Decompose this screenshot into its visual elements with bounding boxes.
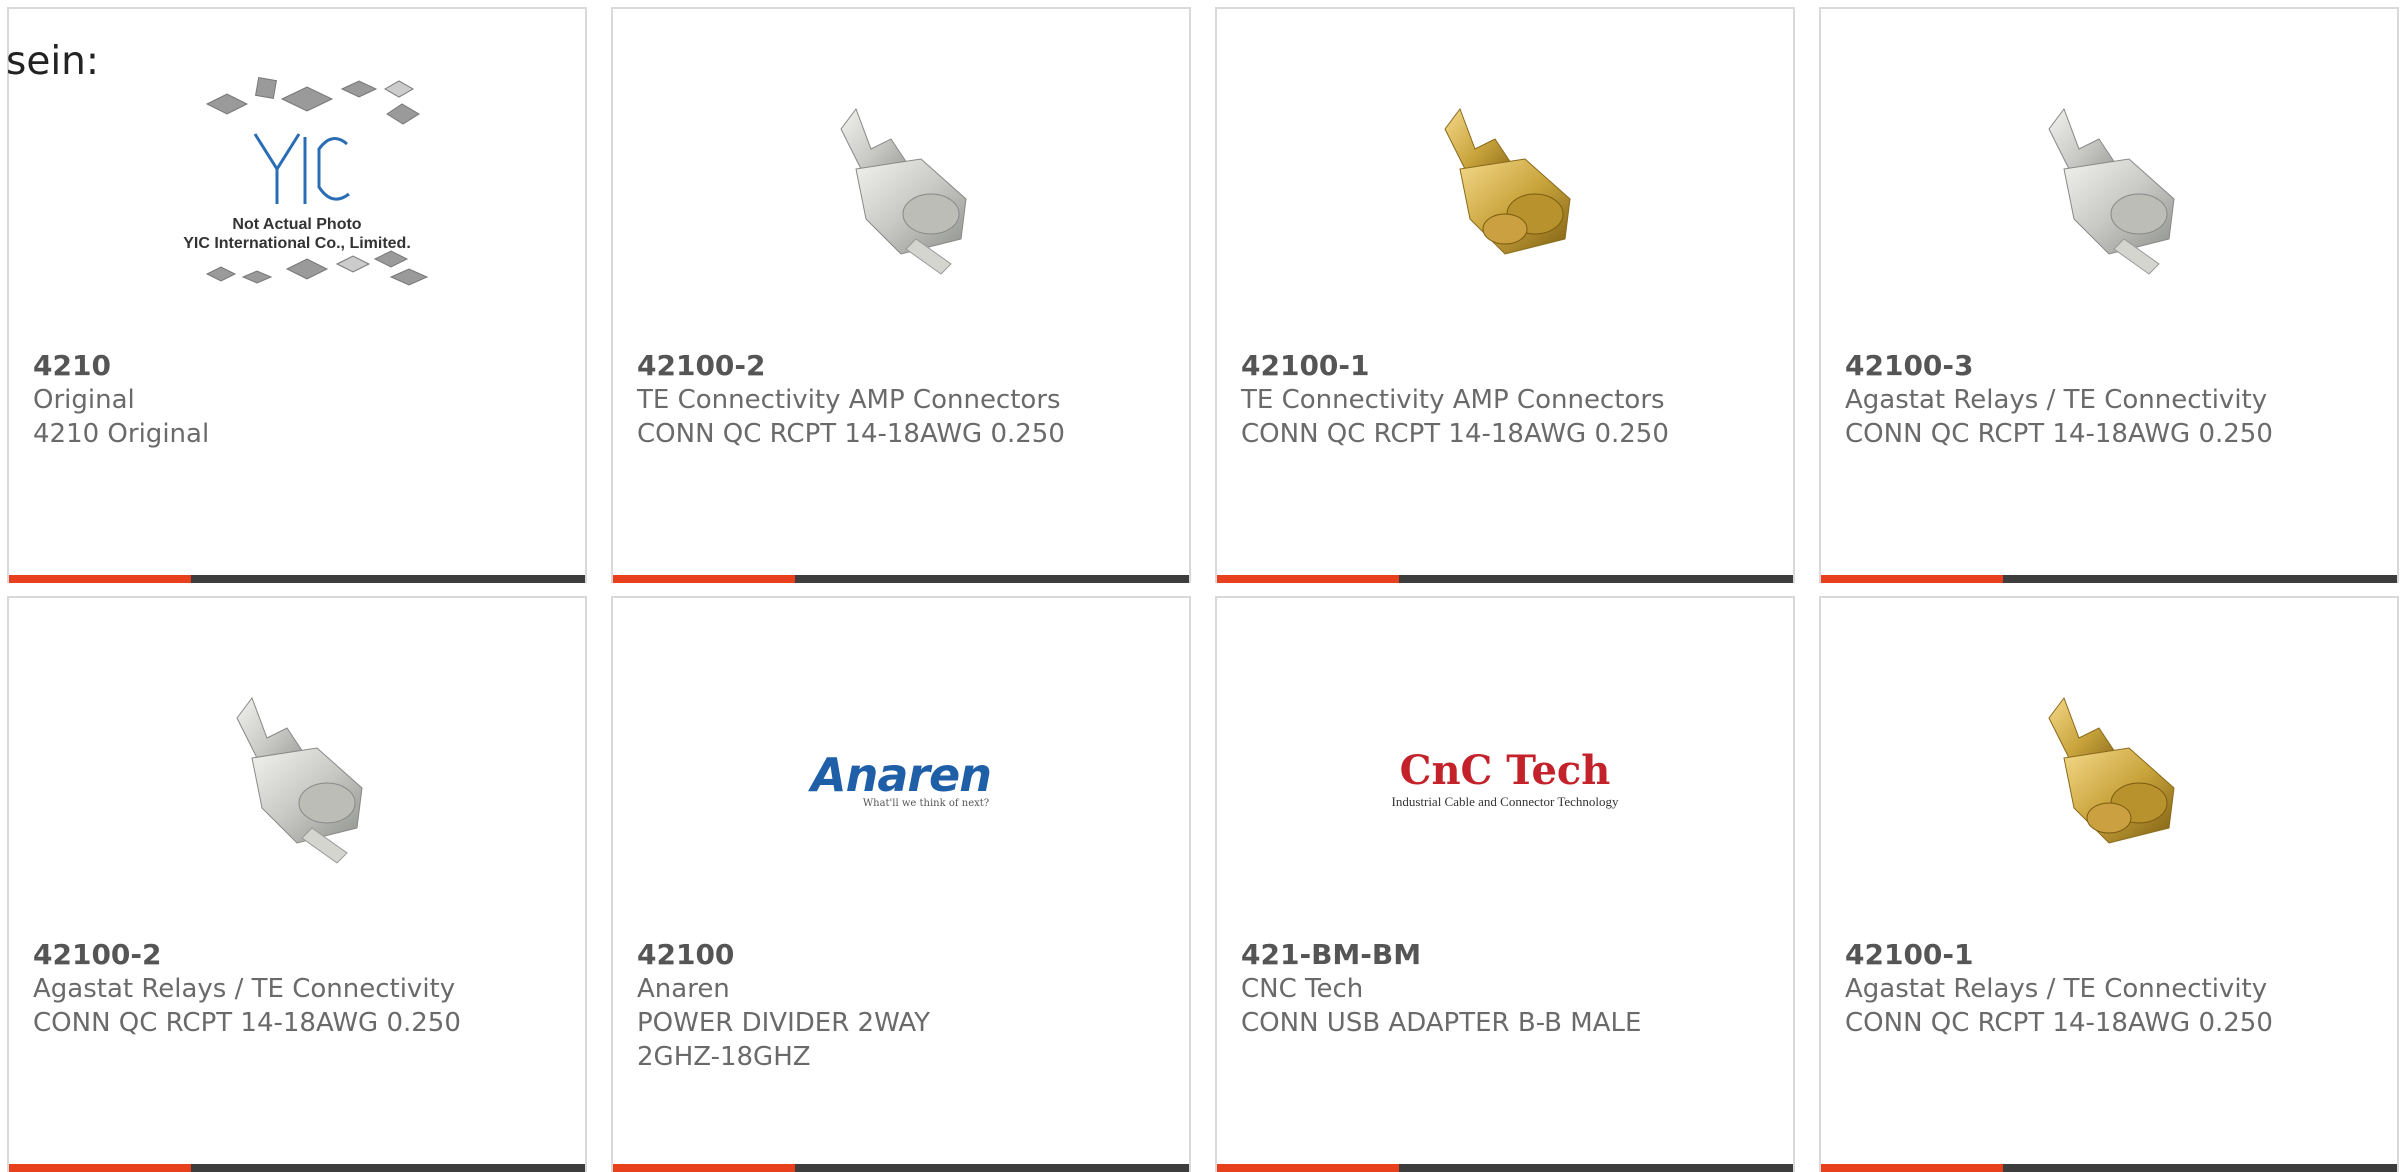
card-accent-bar xyxy=(1217,1164,1399,1172)
product-info: 42100-1 TE Connectivity AMP Connectors C… xyxy=(1241,349,1761,451)
card-accent-bar xyxy=(1217,575,1399,583)
part-number[interactable]: 4210 xyxy=(33,349,553,383)
card-bottom-bar xyxy=(1217,1164,1793,1172)
card-accent-bar xyxy=(9,1164,191,1172)
page-heading: sein: xyxy=(6,39,100,84)
silver-terminal-image xyxy=(2048,107,2175,275)
product-image[interactable]: CnC Tech Industrial Cable and Connector … xyxy=(1217,628,1793,928)
anaren-logo-name: Anaren xyxy=(810,747,992,802)
product-info: 4210 Original 4210 Original xyxy=(33,349,553,451)
product-card[interactable]: Not Actual Photo YIC International Co., … xyxy=(7,7,587,583)
product-card[interactable]: 42100-2 TE Connectivity AMP Connectors C… xyxy=(611,7,1191,583)
part-number[interactable]: 421-BM-BM xyxy=(1241,938,1761,972)
description: CONN QC RCPT 14-18AWG 0.250 xyxy=(1241,419,1669,449)
manufacturer: Agastat Relays / TE Connectivity xyxy=(1845,385,2268,415)
part-number[interactable]: 42100-1 xyxy=(1241,349,1761,383)
card-accent-bar xyxy=(1821,575,2003,583)
card-bottom-bar xyxy=(1217,575,1793,583)
description: CONN QC RCPT 14-18AWG 0.250 xyxy=(1845,1008,2273,1038)
product-image[interactable] xyxy=(1821,39,2397,339)
product-card[interactable]: 42100-2 Agastat Relays / TE Connectivity… xyxy=(7,596,587,1172)
product-image[interactable] xyxy=(1217,39,1793,339)
manufacturer: Agastat Relays / TE Connectivity xyxy=(33,974,456,1004)
yic-company-text: YIC International Co., Limited. xyxy=(183,235,411,252)
card-bottom-bar xyxy=(1821,575,2397,583)
card-accent-bar xyxy=(613,1164,795,1172)
product-card[interactable]: 42100-3 Agastat Relays / TE Connectivity… xyxy=(1819,7,2399,583)
description: 4210 Original xyxy=(33,419,210,449)
anaren-logo: Anaren What'll we think of next? xyxy=(810,747,992,809)
product-info: 42100 Anaren POWER DIVIDER 2WAY 2GHZ-18G… xyxy=(637,938,1157,1074)
product-image[interactable] xyxy=(9,628,585,928)
product-card[interactable]: CnC Tech Industrial Cable and Connector … xyxy=(1215,596,1795,1172)
description: CONN QC RCPT 14-18AWG 0.250 xyxy=(1845,419,2273,449)
product-grid: Not Actual Photo YIC International Co., … xyxy=(7,7,2399,1172)
cnc-tech-logo: CnC Tech Industrial Cable and Connector … xyxy=(1391,747,1618,810)
card-bottom-bar xyxy=(9,575,585,583)
not-actual-photo-text: Not Actual Photo xyxy=(232,216,361,233)
product-info: 42100-1 Agastat Relays / TE Connectivity… xyxy=(1845,938,2365,1040)
card-accent-bar xyxy=(1821,1164,2003,1172)
card-accent-bar xyxy=(9,575,191,583)
part-number[interactable]: 42100-3 xyxy=(1845,349,2365,383)
description: CONN QC RCPT 14-18AWG 0.250 xyxy=(637,419,1065,449)
part-number[interactable]: 42100-2 xyxy=(33,938,553,972)
part-number[interactable]: 42100 xyxy=(637,938,1157,972)
manufacturer: Original xyxy=(33,385,135,415)
card-accent-bar xyxy=(613,575,795,583)
description: CONN QC RCPT 14-18AWG 0.250 xyxy=(33,1008,461,1038)
gold-terminal-image xyxy=(1444,107,1571,255)
description: CONN USB ADAPTER B-B MALE xyxy=(1241,1008,1642,1038)
card-bottom-bar xyxy=(613,1164,1189,1172)
not-actual-photo-image: Not Actual Photo YIC International Co., … xyxy=(183,76,429,286)
card-bottom-bar xyxy=(613,575,1189,583)
product-image[interactable]: Anaren What'll we think of next? xyxy=(613,628,1189,928)
manufacturer: TE Connectivity AMP Connectors xyxy=(1241,385,1665,415)
gold-terminal-image xyxy=(2048,696,2175,844)
card-bottom-bar xyxy=(1821,1164,2397,1172)
cnc-logo-tagline: Industrial Cable and Connector Technolog… xyxy=(1391,793,1619,809)
part-number[interactable]: 42100-1 xyxy=(1845,938,2365,972)
product-card[interactable]: 42100-1 TE Connectivity AMP Connectors C… xyxy=(1215,7,1795,583)
product-info: 42100-2 Agastat Relays / TE Connectivity… xyxy=(33,938,553,1040)
product-info: 421-BM-BM CNC Tech CONN USB ADAPTER B-B … xyxy=(1241,938,1761,1040)
description: POWER DIVIDER 2WAY 2GHZ-18GHZ xyxy=(637,1008,931,1072)
manufacturer: TE Connectivity AMP Connectors xyxy=(637,385,1061,415)
product-info: 42100-3 Agastat Relays / TE Connectivity… xyxy=(1845,349,2365,451)
card-bottom-bar xyxy=(9,1164,585,1172)
product-image[interactable] xyxy=(1821,628,2397,928)
product-image[interactable] xyxy=(613,39,1189,339)
silver-terminal-image xyxy=(236,696,363,864)
cnc-logo-name: CnC Tech xyxy=(1399,746,1611,794)
product-card[interactable]: Anaren What'll we think of next? 42100 A… xyxy=(611,596,1191,1172)
manufacturer: Agastat Relays / TE Connectivity xyxy=(1845,974,2268,1004)
manufacturer: CNC Tech xyxy=(1241,974,1364,1004)
product-info: 42100-2 TE Connectivity AMP Connectors C… xyxy=(637,349,1157,451)
silver-terminal-image xyxy=(840,107,967,275)
product-card[interactable]: 42100-1 Agastat Relays / TE Connectivity… xyxy=(1819,596,2399,1172)
part-number[interactable]: 42100-2 xyxy=(637,349,1157,383)
manufacturer: Anaren xyxy=(637,974,730,1004)
